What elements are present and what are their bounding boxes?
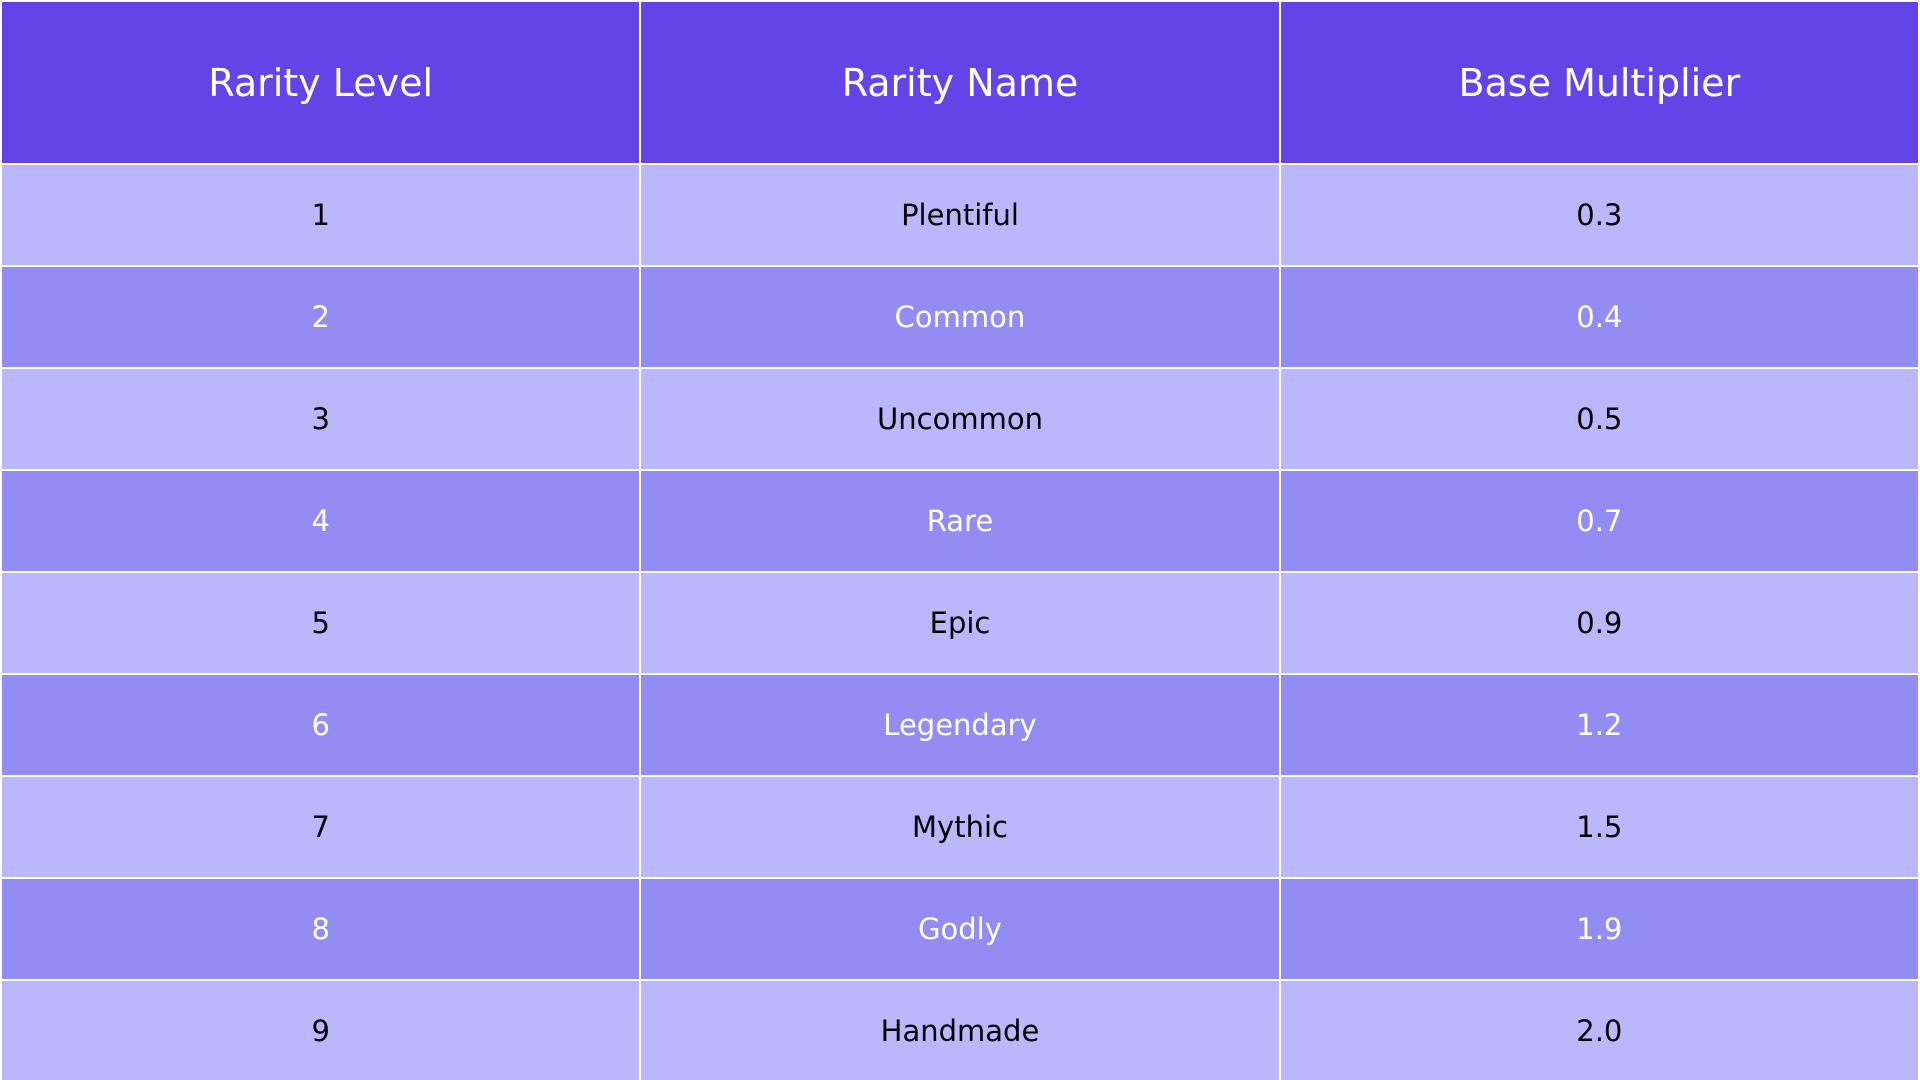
cell-rarity-name: Godly	[639, 877, 1281, 981]
cell-rarity-level: 8	[0, 877, 642, 981]
rarity-table: Rarity Level Rarity Name Base Multiplier…	[0, 0, 1920, 1080]
table-body: 1 Plentiful 0.3 2 Common 0.4 3 Uncommon …	[0, 163, 1920, 1080]
table-header: Rarity Level Rarity Name Base Multiplier	[0, 0, 1920, 165]
cell-base-multiplier: 2.0	[1278, 979, 1920, 1080]
cell-base-multiplier: 0.4	[1278, 265, 1920, 369]
cell-base-multiplier: 1.2	[1278, 673, 1920, 777]
cell-rarity-level: 4	[0, 469, 642, 573]
cell-base-multiplier: 0.9	[1278, 571, 1920, 675]
cell-rarity-level: 2	[0, 265, 642, 369]
cell-rarity-level: 9	[0, 979, 642, 1080]
cell-rarity-name: Epic	[639, 571, 1281, 675]
cell-base-multiplier: 0.7	[1278, 469, 1920, 573]
cell-rarity-level: 6	[0, 673, 642, 777]
cell-rarity-name: Common	[639, 265, 1281, 369]
cell-rarity-level: 3	[0, 367, 642, 471]
table-row: 1 Plentiful 0.3	[0, 163, 1920, 267]
cell-rarity-name: Mythic	[639, 775, 1281, 879]
header-base-multiplier: Base Multiplier	[1278, 0, 1920, 165]
table-row: 9 Handmade 2.0	[0, 979, 1920, 1080]
cell-rarity-level: 5	[0, 571, 642, 675]
table-row: 6 Legendary 1.2	[0, 673, 1920, 777]
cell-rarity-level: 7	[0, 775, 642, 879]
header-rarity-level: Rarity Level	[0, 0, 642, 165]
table-row: 3 Uncommon 0.5	[0, 367, 1920, 471]
table-row: 7 Mythic 1.5	[0, 775, 1920, 879]
cell-base-multiplier: 1.5	[1278, 775, 1920, 879]
cell-rarity-name: Uncommon	[639, 367, 1281, 471]
header-rarity-name: Rarity Name	[639, 0, 1281, 165]
cell-rarity-name: Plentiful	[639, 163, 1281, 267]
table-row: 2 Common 0.4	[0, 265, 1920, 369]
cell-base-multiplier: 1.9	[1278, 877, 1920, 981]
table-row: 5 Epic 0.9	[0, 571, 1920, 675]
table-row: 4 Rare 0.7	[0, 469, 1920, 573]
cell-rarity-level: 1	[0, 163, 642, 267]
header-row: Rarity Level Rarity Name Base Multiplier	[0, 0, 1920, 165]
cell-rarity-name: Handmade	[639, 979, 1281, 1080]
table-row: 8 Godly 1.9	[0, 877, 1920, 981]
cell-rarity-name: Rare	[639, 469, 1281, 573]
cell-base-multiplier: 0.5	[1278, 367, 1920, 471]
cell-base-multiplier: 0.3	[1278, 163, 1920, 267]
cell-rarity-name: Legendary	[639, 673, 1281, 777]
